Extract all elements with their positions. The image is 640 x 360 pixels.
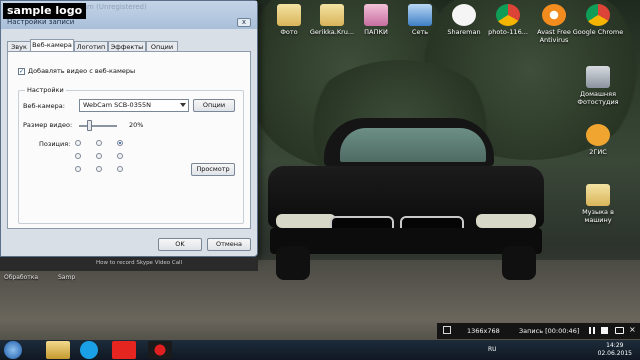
position-radio-6[interactable] [117,153,123,159]
preview-button[interactable]: Просмотр [191,163,235,176]
recording-settings-dialog: Bandicam (Unregistered) Настройки записи… [0,0,258,257]
taskbar-yandex[interactable] [112,341,136,359]
position-label: Позиция: [39,140,71,148]
desktop-icon-music[interactable]: Музыка в машину [572,184,624,224]
stop-icon[interactable] [601,327,608,334]
behind-window-labels: Обработка Samp [0,272,258,284]
avast-icon [542,4,566,26]
folder-icon [320,4,344,26]
network-icon [408,4,432,26]
camera-icon [586,66,610,88]
bandicam-link-bar: How to record Skype Video Call [0,257,258,271]
desktop-icon-2gis[interactable]: 2ГИС [572,124,624,156]
skype-video-call-link[interactable]: How to record Skype Video Call [96,260,182,266]
position-radio-8[interactable] [96,166,102,172]
close-button[interactable]: x [237,18,251,27]
position-radio-1[interactable] [75,140,81,146]
add-webcam-video-label: Добавлять видео с веб-камеры [28,67,136,75]
recording-time-text: Запись [00:00:46] [519,327,580,335]
close-icon[interactable]: × [629,325,636,334]
shareman-icon [452,4,476,26]
recording-status-bar: 1366x768 Запись [00:00:46] × [437,323,640,339]
resolution-text: 1366x768 [467,327,500,335]
start-button[interactable] [4,341,22,359]
folder-icon [364,4,388,26]
car-image [262,118,548,283]
behind-right-label: Samp [58,274,76,281]
position-radio-7[interactable] [75,166,81,172]
taskbar-clock[interactable]: 14:29 02.06.2015 [598,342,632,358]
cancel-button[interactable]: Отмена [207,238,251,251]
taskbar-bandicam[interactable] [148,341,172,359]
webcam-label: Веб-камера: [23,102,65,110]
2gis-icon [586,124,610,146]
video-size-slider[interactable] [79,125,117,127]
dialog-title: Настройки записи [7,18,75,26]
webcam-options-button[interactable]: Опции [193,99,235,112]
position-radio-4[interactable] [75,153,81,159]
desktop-icon-google-chrome[interactable]: Google Chrome [572,4,624,36]
add-webcam-video-checkbox[interactable]: ✓ [18,68,25,75]
language-indicator[interactable]: RU [488,346,497,353]
settings-group-title: Настройки [25,86,66,94]
music-folder-icon [586,184,610,206]
taskbar: RU 14:29 02.06.2015 [0,340,640,360]
position-radio-5[interactable] [96,153,102,159]
position-radio-3[interactable] [117,140,123,146]
folder-icon [277,4,301,26]
webcam-select[interactable]: WebCam SCB-0355N [79,99,189,112]
clock-time: 14:29 [606,342,624,349]
chrome-icon [496,4,520,26]
sample-logo-watermark: sample logo [3,3,87,19]
monitor-icon [443,326,451,334]
behind-left-label: Обработка [4,274,39,281]
desktop-icon-photo-116[interactable]: photo-116... [482,4,534,36]
clock-date: 02.06.2015 [597,350,632,357]
video-size-value: 20% [129,121,144,129]
camera-icon[interactable] [615,327,624,334]
chevron-down-icon [180,103,186,107]
taskbar-skype[interactable] [80,341,98,359]
pause-icon[interactable] [589,327,595,334]
close-icon: x [241,18,247,26]
position-radio-9[interactable] [117,166,123,172]
chrome-icon [586,4,610,26]
webcam-select-value: WebCam SCB-0355N [83,101,151,109]
video-size-label: Размер видео: [23,121,73,129]
taskbar-explorer[interactable] [46,341,70,359]
desktop-icon-home-photostudio[interactable]: Домашняя Фотостудия [572,66,624,106]
position-radio-2[interactable] [96,140,102,146]
video-size-slider-thumb[interactable] [87,120,92,131]
ok-button[interactable]: OK [158,238,202,251]
